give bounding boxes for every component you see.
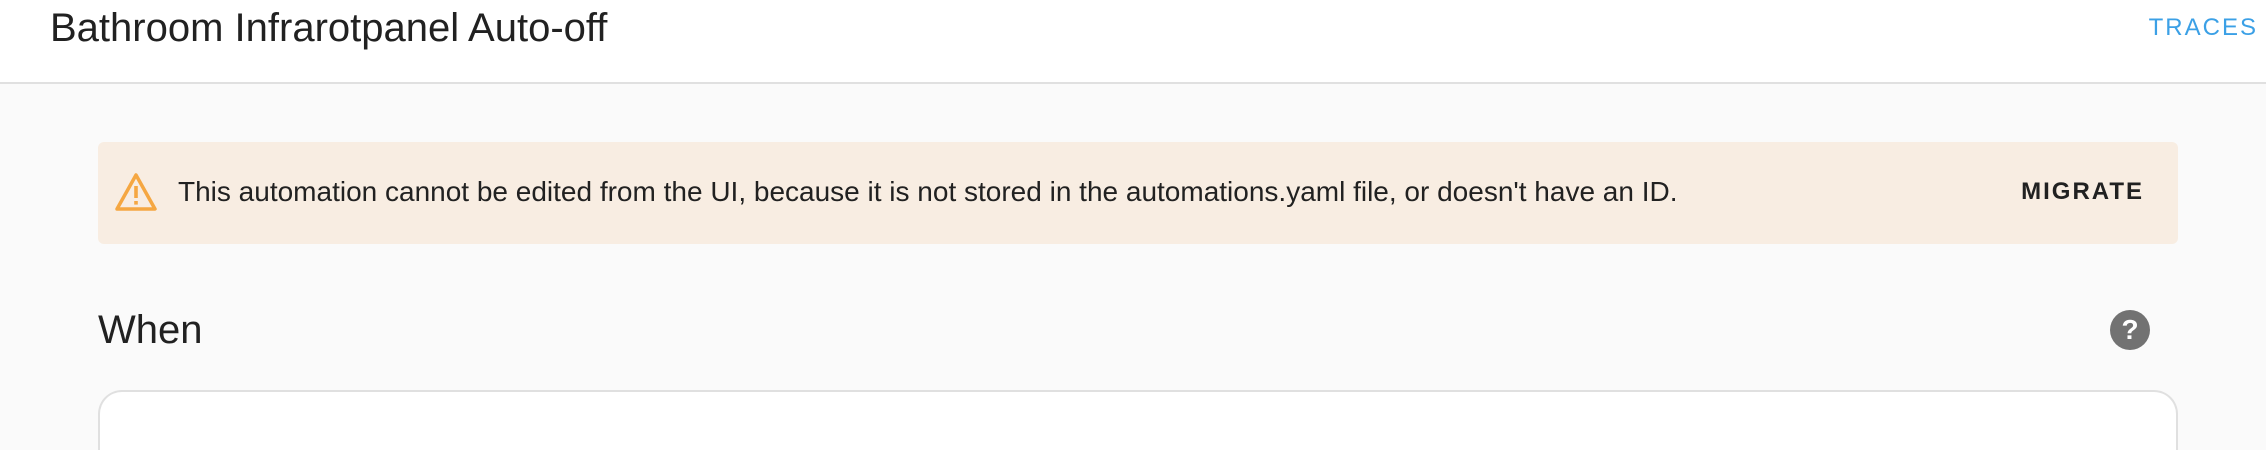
traces-button[interactable]: TRACES: [2143, 10, 2264, 46]
warning-alert: This automation cannot be edited from th…: [98, 142, 2178, 244]
migrate-button[interactable]: MIGRATE: [2017, 172, 2148, 212]
alert-message: This automation cannot be edited from th…: [178, 176, 1678, 207]
help-icon-glyph: ?: [2121, 314, 2139, 345]
top-app-bar: Bathroom Infrarotpanel Auto-off TRACES: [0, 0, 2266, 84]
trigger-card: [98, 390, 2178, 450]
warning-icon: [115, 173, 157, 211]
automation-editor-content: This automation cannot be edited from th…: [0, 84, 2266, 450]
section-heading-when: When: [98, 308, 203, 352]
help-circle-icon[interactable]: ?: [2110, 310, 2150, 350]
page-title: Bathroom Infrarotpanel Auto-off: [50, 6, 608, 50]
